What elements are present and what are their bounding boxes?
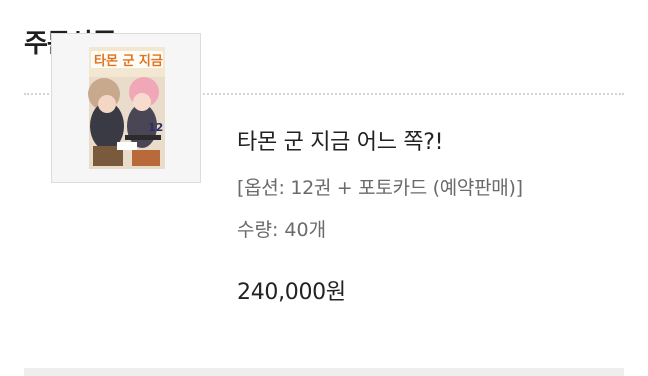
- product-quantity: 수량: 40개: [237, 219, 327, 241]
- cover-title-text: 타몬 군 지금: [94, 53, 163, 69]
- section-separator-bar: [24, 368, 624, 376]
- book-cover-icon: 타몬 군 지금 12: [52, 34, 200, 182]
- product-option: [옵션: 12권 + 포토카드 (예약판매)]: [237, 177, 523, 199]
- cover-volume-text: 12: [148, 121, 163, 134]
- order-items-page: 주문상품 타몬 군 지금 12 타몬 군 지금 어느 쪽?!: [0, 0, 648, 376]
- product-title[interactable]: 타몬 군 지금 어느 쪽?!: [237, 128, 444, 158]
- product-thumbnail[interactable]: 타몬 군 지금 12: [51, 33, 201, 183]
- product-price: 240,000원: [237, 280, 346, 305]
